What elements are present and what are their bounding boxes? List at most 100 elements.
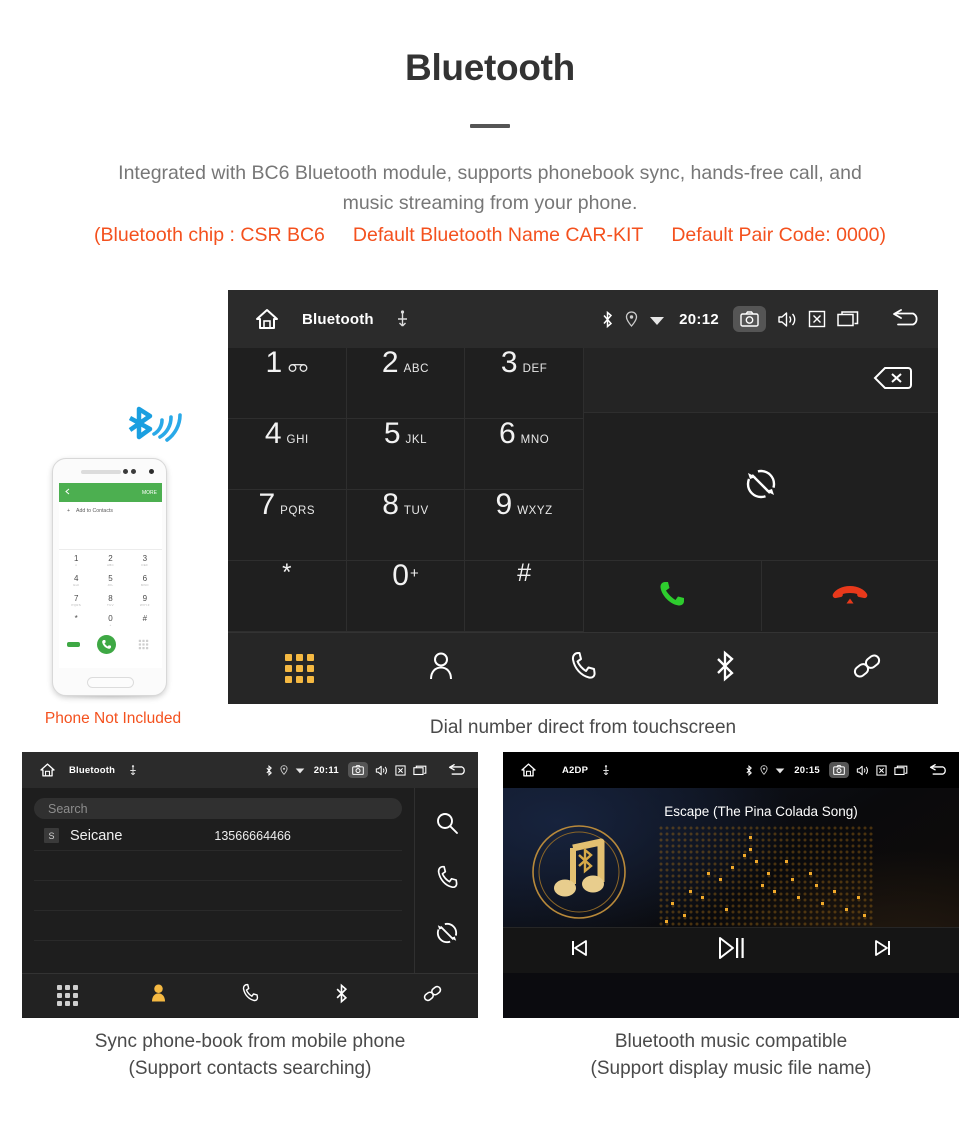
recents-icon[interactable] [837,310,859,328]
sync-icon[interactable] [435,921,459,950]
dial-key-7[interactable]: 7 PQRS [228,490,347,561]
nav-keypad[interactable] [228,654,370,683]
close-box-icon[interactable] [808,310,826,328]
camera-icon[interactable] [348,762,368,778]
call-icon [657,579,687,614]
dialpad-grid: 1 2 ABC 3 DEF 4 GHI 5 JKL 6 MNO 7 PQRS 8… [228,348,584,632]
hangup-button[interactable] [762,561,939,631]
phone-key-num: * [74,614,78,623]
nav-bluetooth[interactable] [654,650,796,687]
camera-icon[interactable] [733,306,766,332]
next-track-button[interactable] [807,937,959,964]
sync-button[interactable] [584,413,938,561]
phone-key-sub: MNO [140,583,149,587]
phone-key-sub: GHI [73,583,80,587]
phone-key-sub: + [109,623,112,627]
sync-icon [744,467,778,506]
wifi-icon [295,766,305,774]
dial-key-2[interactable]: 2 ABC [346,348,466,419]
contact-empty-row [34,911,402,941]
phone-app-header: MORE [59,483,162,502]
music-status-title: A2DP [562,764,589,776]
back-arrow-icon[interactable] [447,763,469,777]
nav-link[interactable] [796,650,938,687]
phone-key: 7 PQRS [59,590,93,610]
volume-icon[interactable] [375,765,388,776]
next-track-icon [872,937,894,964]
call-icon[interactable] [435,865,459,895]
back-arrow-icon[interactable] [928,763,950,777]
number-display-field[interactable] [584,348,938,413]
dial-key-hash[interactable]: # [465,561,584,632]
call-button[interactable] [584,561,762,631]
wifi-icon [775,766,785,774]
contacts-list-pane: Search S Seicane 13566664466 [22,788,414,973]
music-caption-line2: (Support display music file name) [590,1058,872,1079]
volume-icon[interactable] [777,311,797,328]
play-pause-button[interactable] [655,935,807,966]
nav-call-log[interactable] [512,651,654,686]
dial-key-5[interactable]: 5 JKL [346,419,466,490]
nav-keypad[interactable] [22,985,113,1006]
dial-key-8[interactable]: 8 TUV [346,490,466,561]
dial-key-label: 3 [500,346,518,379]
close-box-icon[interactable] [395,764,406,776]
location-icon [625,311,638,327]
equalizer-visualization [659,826,875,938]
phone-key-sub: WXYZ [139,603,150,607]
home-icon[interactable] [31,762,63,778]
phone-key-num: 7 [73,594,79,603]
intro-line-2: music streaming from your phone. [342,192,638,214]
nav-link[interactable] [387,983,478,1009]
dial-key-star[interactable]: * [228,561,347,632]
backspace-icon[interactable] [872,366,914,395]
dial-key-label: 0 [392,559,409,592]
music-clock: 20:15 [794,764,820,776]
phone-key-sub: ∞ [74,563,78,567]
nav-bluetooth[interactable] [296,983,387,1009]
phone-key-num: 0 [108,614,113,623]
spec-pair-code: Default Pair Code: 0000) [671,224,886,246]
search-icon[interactable] [435,811,459,840]
dial-key-4[interactable]: 4 GHI [228,419,347,490]
dial-key-6[interactable]: 6 MNO [465,419,584,490]
contacts-status-bar: Bluetooth 20:11 [22,752,478,788]
recents-icon[interactable] [413,765,427,776]
dialer-right-pane [584,348,938,632]
title-divider [470,124,510,128]
close-box-icon[interactable] [876,764,887,776]
phone-key: 4 GHI [59,570,93,590]
phone-key-num: 6 [142,574,148,583]
nav-contacts[interactable] [370,651,512,686]
home-icon[interactable] [512,762,544,778]
dial-key-0[interactable]: 0 + [346,559,466,632]
phone-number-area [59,520,162,550]
camera-icon[interactable] [829,762,849,778]
plus-icon: + [67,508,71,514]
nav-contacts[interactable] [113,983,204,1008]
call-log-icon [569,651,597,686]
volume-icon[interactable] [856,765,869,776]
contacts-icon [150,983,167,1008]
search-input[interactable]: Search [34,798,402,819]
recents-icon[interactable] [894,765,908,776]
phone-key-num: 1 [73,554,79,563]
spec-line: (Bluetooth chip : CSR BC6 Default Blueto… [0,224,980,247]
previous-track-button[interactable] [503,937,655,964]
back-arrow-icon[interactable] [890,309,924,329]
phone-home-button [87,677,134,688]
phone-call-row [59,630,162,660]
dial-key-9[interactable]: 9 WXYZ [465,490,584,561]
dial-key-3[interactable]: 3 DEF [465,348,584,419]
phone-key: 0 + [93,610,127,630]
dial-key-1[interactable]: 1 [228,348,347,419]
contacts-clock: 20:11 [313,764,339,776]
contacts-status-title: Bluetooth [69,764,116,776]
home-icon[interactable] [242,307,292,331]
contacts-caption-line1: Sync phone-book from mobile phone [94,1031,406,1052]
phone-key-num: 3 [142,554,148,563]
nav-call-log[interactable] [204,983,295,1008]
contact-list-item[interactable]: S Seicane 13566664466 [34,821,402,851]
phone-key-sub: TUV [107,603,114,607]
link-icon [422,983,443,1009]
